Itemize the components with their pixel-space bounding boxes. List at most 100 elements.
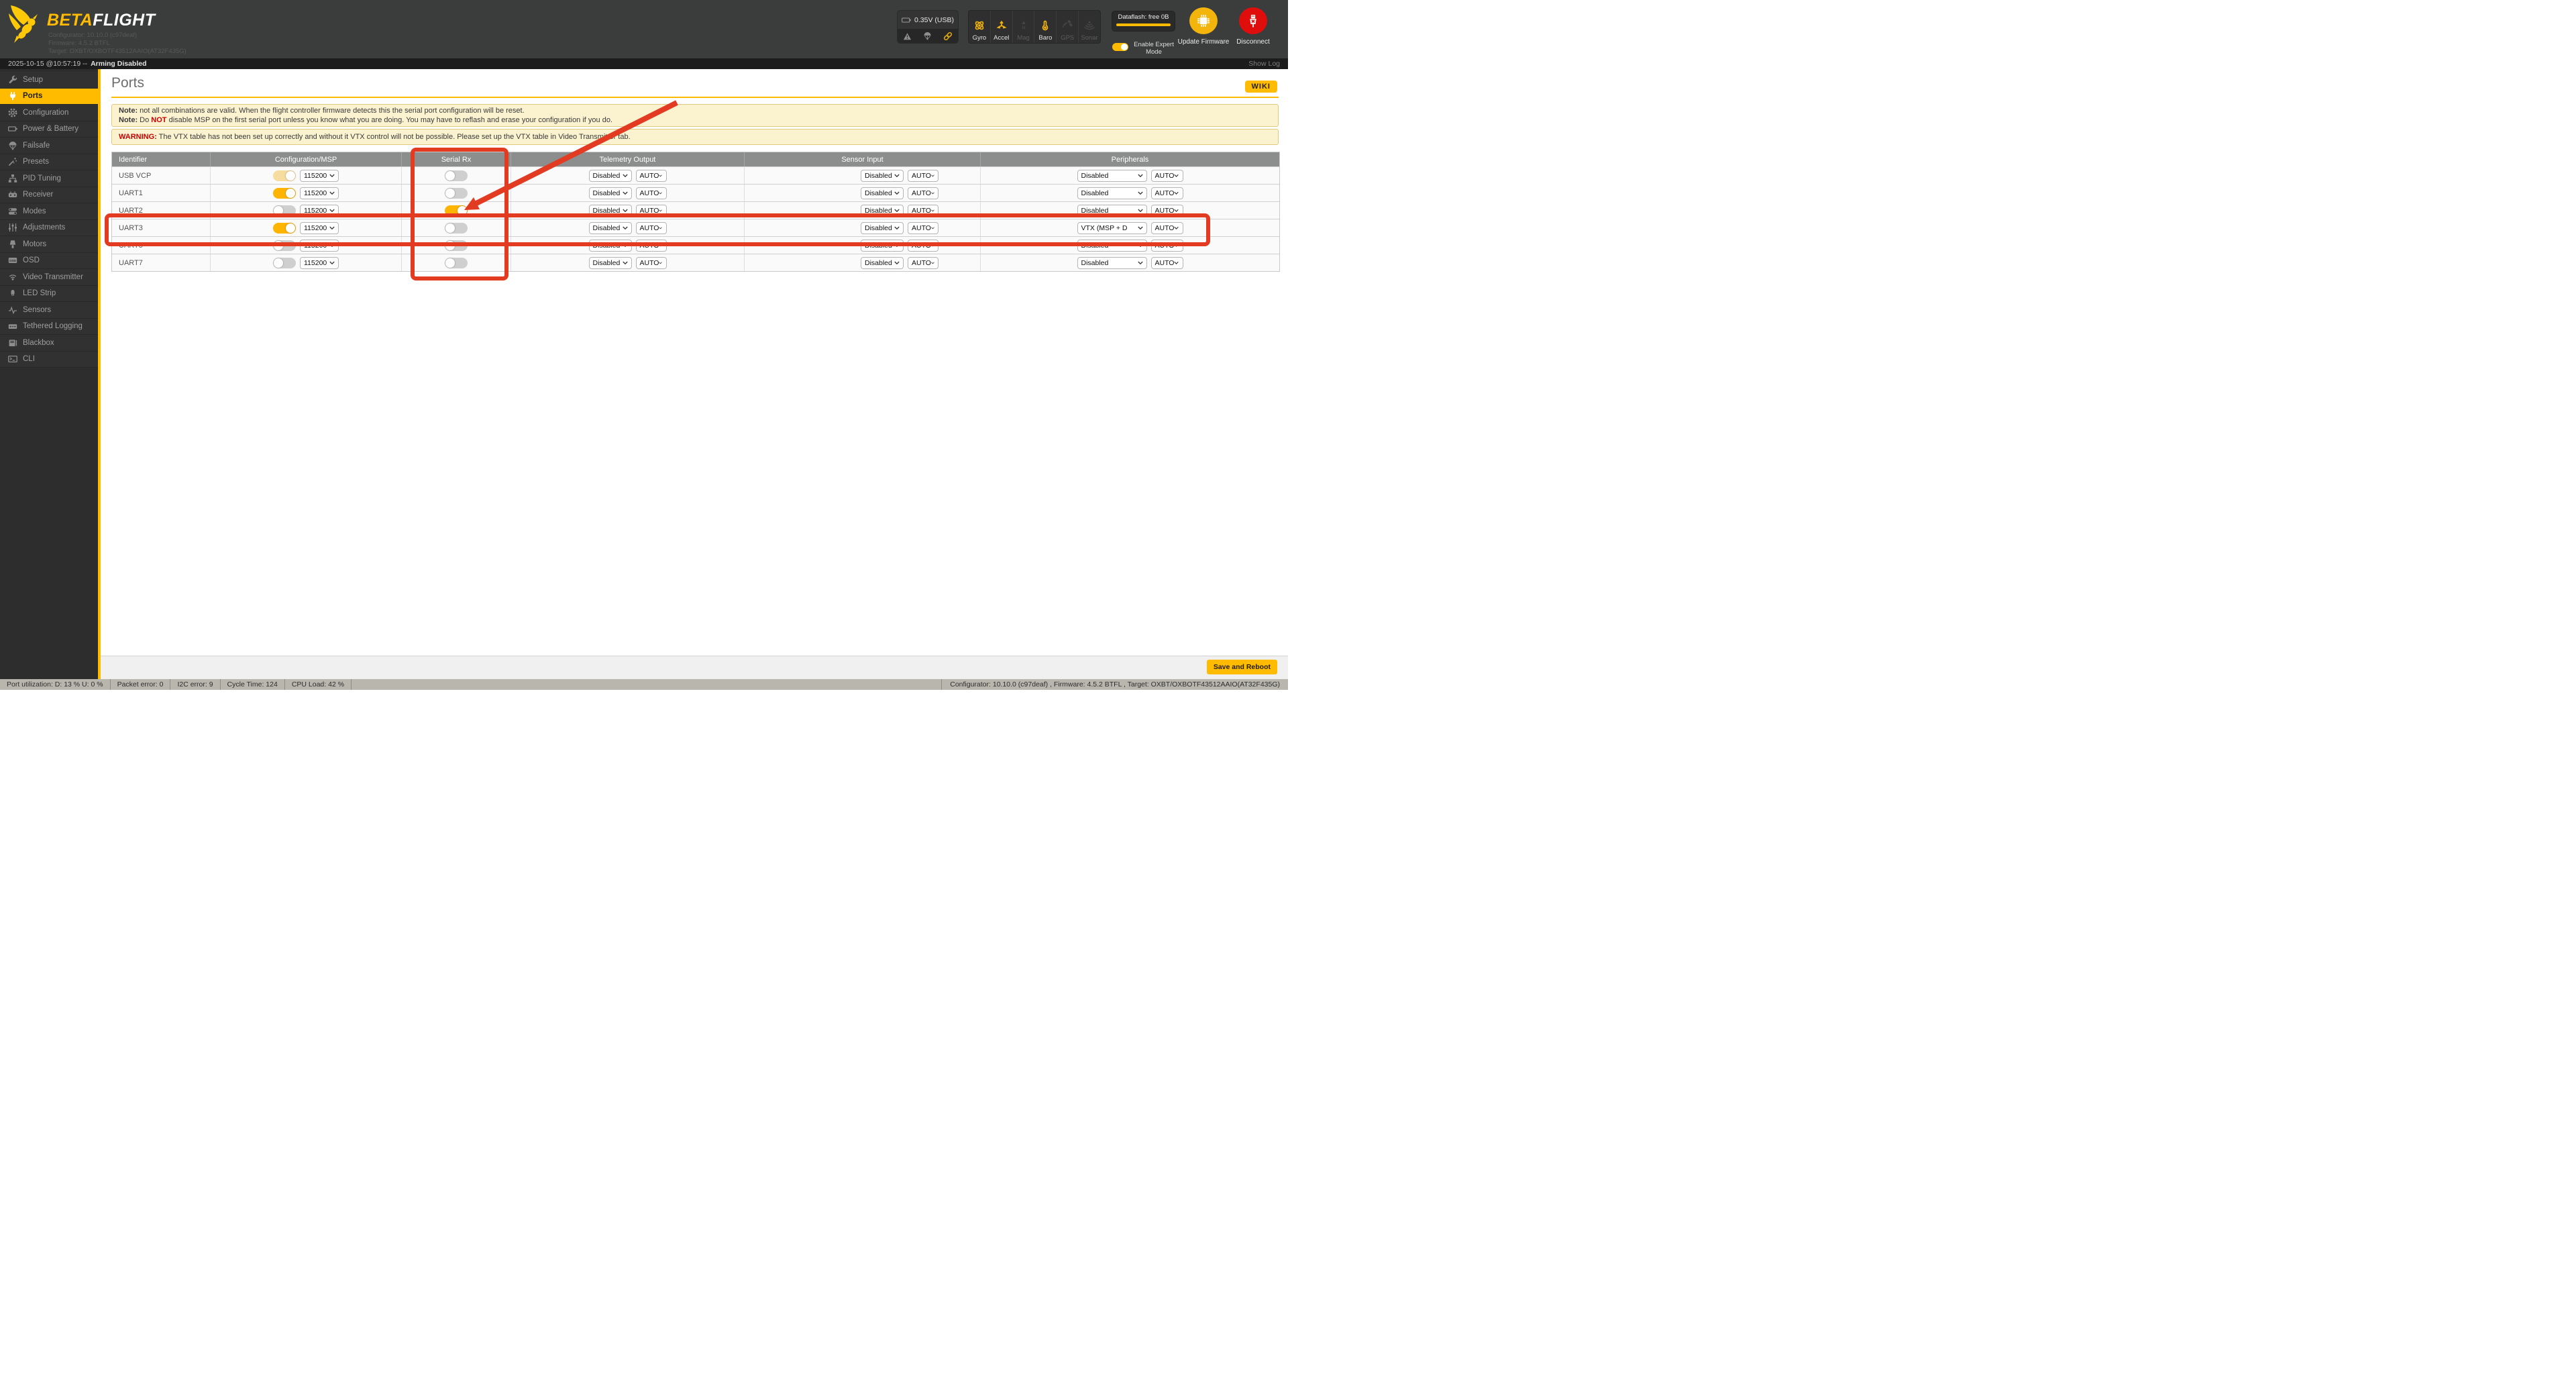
telemetry-select[interactable]: Disabled: [588, 187, 632, 199]
note-line: Note: not all combinations are valid. Wh…: [119, 107, 525, 115]
telemetry-select[interactable]: Disabled: [588, 169, 632, 182]
msp-baud-select[interactable]: 115200: [300, 239, 339, 252]
msp-toggle[interactable]: [273, 187, 296, 199]
telemetry-output-cell: Disabled AUTO: [511, 254, 744, 271]
wiki-button[interactable]: WIKI: [1244, 81, 1277, 93]
peripheral-baud-select[interactable]: AUTO: [1150, 187, 1183, 199]
save-and-reboot-button[interactable]: Save and Reboot: [1206, 660, 1277, 674]
show-log-button[interactable]: Show Log: [1248, 60, 1280, 68]
serial-rx-toggle[interactable]: [445, 257, 468, 268]
sidebar-item-setup[interactable]: Setup: [0, 72, 98, 89]
brand-wordmark: BETAFLIGHT: [47, 11, 156, 30]
peripheral-select[interactable]: Disabled: [1077, 204, 1147, 217]
sensor-baud-select[interactable]: AUTO: [908, 169, 938, 182]
sidebar-item-configuration[interactable]: Configuration: [0, 105, 98, 121]
sensor-baud-select[interactable]: AUTO: [908, 239, 938, 252]
msp-toggle[interactable]: [273, 170, 296, 181]
sidebar-item-adjustments[interactable]: Adjustments: [0, 219, 98, 236]
sidebar-item-led-strip[interactable]: LED Strip: [0, 285, 98, 302]
column-header-telemetry-output: Telemetry Output: [511, 152, 744, 166]
plug-icon: [8, 91, 17, 101]
status-segment: Cycle Time: 124: [221, 679, 285, 690]
target-name: Target: OXBT/OXBOTF43512AAIO(AT32F435G): [48, 48, 186, 55]
sidebar-item-pid-tuning[interactable]: PID Tuning: [0, 170, 98, 187]
disconnect-button[interactable]: [1239, 7, 1267, 34]
msp-baud-select[interactable]: 115200: [300, 204, 339, 217]
msp-baud-select[interactable]: 115200: [300, 187, 339, 199]
sidebar-item-failsafe[interactable]: Failsafe: [0, 138, 98, 154]
update-firmware-button[interactable]: [1189, 7, 1218, 34]
sensor-select[interactable]: Disabled: [861, 256, 904, 269]
sensor-label: Sonar: [1081, 34, 1098, 42]
arming-status: Arming Disabled: [91, 60, 147, 68]
sensor-select[interactable]: Disabled: [861, 239, 904, 252]
configuration-msp-cell: 115200: [210, 237, 401, 254]
sidebar-item-label: Setup: [23, 75, 44, 84]
serial-rx-toggle[interactable]: [445, 170, 468, 181]
sidebar-item-receiver[interactable]: Receiver: [0, 187, 98, 203]
sidebar-item-label: Presets: [23, 158, 49, 166]
peripheral-baud-select[interactable]: AUTO: [1150, 221, 1183, 234]
port-identifier: UART5: [119, 241, 143, 250]
msp-baud-select[interactable]: 115200: [300, 256, 339, 269]
peripheral-baud-select[interactable]: AUTO: [1150, 239, 1183, 252]
sidebar-item-blackbox[interactable]: Blackbox: [0, 335, 98, 352]
msp-toggle[interactable]: [273, 240, 296, 251]
telemetry-baud-select[interactable]: AUTO: [635, 187, 667, 199]
sidebar-item-modes[interactable]: Modes: [0, 203, 98, 220]
peripheral-select[interactable]: Disabled: [1077, 187, 1147, 199]
peripheral-select[interactable]: Disabled: [1077, 239, 1147, 252]
sidebar-item-cli[interactable]: CLI: [0, 351, 98, 368]
msp-toggle[interactable]: [273, 222, 296, 234]
telemetry-baud-select[interactable]: AUTO: [635, 221, 667, 234]
telemetry-baud-select[interactable]: AUTO: [635, 204, 667, 217]
sidebar-item-label: Motors: [23, 240, 47, 248]
sidebar-item-osd[interactable]: OSD OSD: [0, 252, 98, 269]
port-row-uart2: UART2 115200 Disabled AUTO Disabled AUTO D…: [112, 201, 1279, 219]
sidebar-item-power-battery[interactable]: Power & Battery: [0, 121, 98, 138]
sensor-select[interactable]: Disabled: [861, 204, 904, 217]
peripheral-baud-select[interactable]: AUTO: [1150, 204, 1183, 217]
peripheral-select[interactable]: Disabled: [1077, 169, 1147, 182]
telemetry-baud-select[interactable]: AUTO: [635, 239, 667, 252]
serial-rx-toggle[interactable]: [445, 187, 468, 199]
sensor-baud-select[interactable]: AUTO: [908, 204, 938, 217]
sensor-select[interactable]: Disabled: [861, 169, 904, 182]
sidebar-item-sensors[interactable]: Sensors: [0, 302, 98, 319]
sensor-baud-select[interactable]: AUTO: [908, 256, 938, 269]
sidebar-item-tethered-logging[interactable]: Tethered Logging: [0, 318, 98, 335]
serial-rx-toggle[interactable]: [445, 240, 468, 251]
peripheral-select[interactable]: VTX (MSP + D: [1077, 221, 1147, 234]
msp-toggle[interactable]: [273, 257, 296, 268]
telemetry-select[interactable]: Disabled: [588, 221, 632, 234]
peripheral-select[interactable]: Disabled: [1077, 256, 1147, 269]
sensor-baud-select[interactable]: AUTO: [908, 187, 938, 199]
serial-rx-toggle[interactable]: [445, 205, 468, 216]
telemetry-baud-select[interactable]: AUTO: [635, 169, 667, 182]
msp-toggle[interactable]: [273, 205, 296, 216]
telemetry-select[interactable]: Disabled: [588, 204, 632, 217]
serial-rx-cell: [401, 202, 511, 219]
betaflight-logo-icon: [9, 5, 38, 43]
motor-icon: [8, 240, 17, 249]
telemetry-select[interactable]: Disabled: [588, 256, 632, 269]
msp-baud-select[interactable]: 115200: [300, 221, 339, 234]
sensor-select[interactable]: Disabled: [861, 221, 904, 234]
peripheral-baud-select[interactable]: AUTO: [1150, 256, 1183, 269]
sidebar-item-label: Tethered Logging: [23, 322, 83, 331]
sensor-select[interactable]: Disabled: [861, 187, 904, 199]
serial-rx-toggle[interactable]: [445, 222, 468, 234]
telemetry-baud-select[interactable]: AUTO: [635, 256, 667, 269]
sensor-baud-select[interactable]: AUTO: [908, 221, 938, 234]
sidebar-item-video-transmitter[interactable]: Video Transmitter: [0, 269, 98, 286]
sidebar-item-presets[interactable]: Presets: [0, 154, 98, 170]
status-segment: Port utilization: D: 13 % U: 0 %: [0, 679, 111, 690]
sidebar-item-label: Blackbox: [23, 338, 54, 347]
sidebar-item-motors[interactable]: Motors: [0, 236, 98, 253]
msp-baud-select[interactable]: 115200: [300, 169, 339, 182]
telemetry-select[interactable]: Disabled: [588, 239, 632, 252]
expert-mode-toggle[interactable]: [1112, 43, 1128, 51]
peripheral-baud-select[interactable]: AUTO: [1150, 169, 1183, 182]
configuration-msp-cell: 115200: [210, 185, 401, 201]
sidebar-item-ports[interactable]: Ports: [0, 88, 98, 105]
